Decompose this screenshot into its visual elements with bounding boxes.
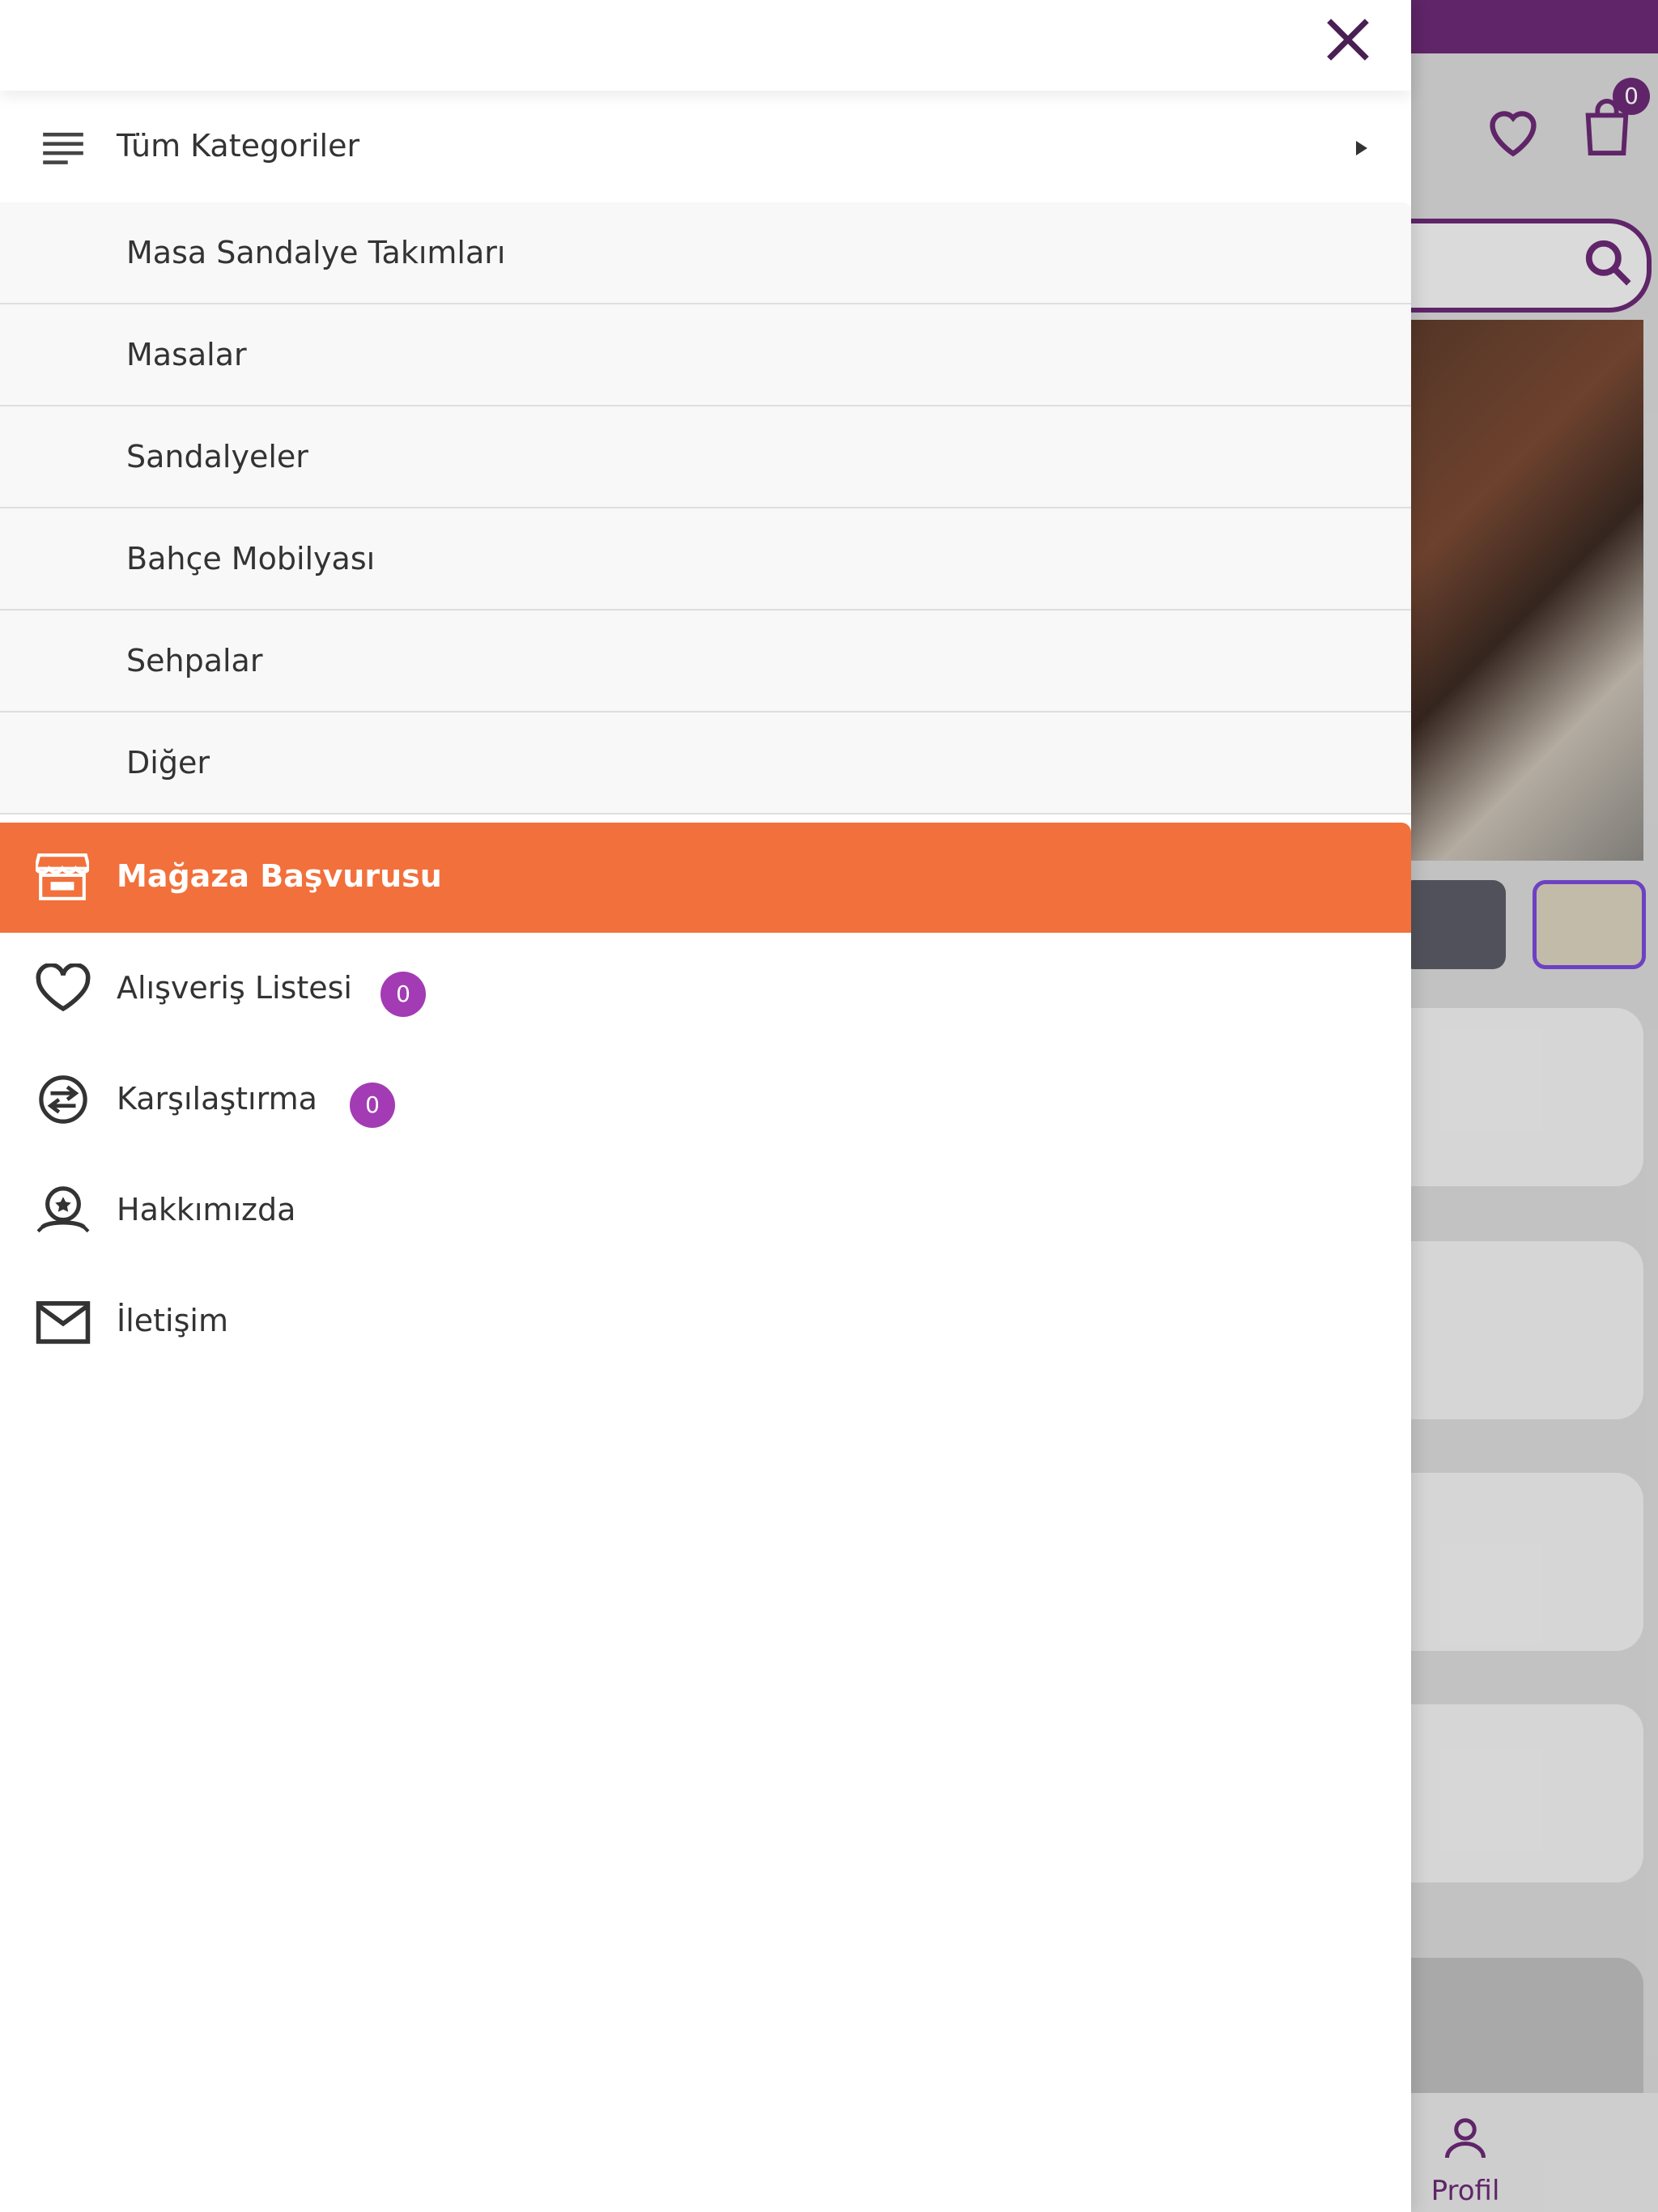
subcategory-label: Masalar bbox=[126, 337, 247, 372]
side-drawer: Tüm Kategoriler Masa Sandalye Takımları … bbox=[0, 0, 1411, 2212]
subcategory-bahce-mobilyasi[interactable]: Bahçe Mobilyası bbox=[0, 508, 1411, 610]
shopping-list-label: Alışveriş Listesi bbox=[117, 970, 352, 1006]
about-icon bbox=[36, 1186, 90, 1233]
compare-icon bbox=[39, 1075, 87, 1124]
menu-item-about[interactable]: Hakkımızda bbox=[0, 1161, 1411, 1258]
subcategory-label: Sehpalar bbox=[126, 643, 263, 678]
heart-icon bbox=[36, 963, 91, 1012]
store-icon bbox=[36, 853, 89, 900]
compare-label: Karşılaştırma bbox=[117, 1081, 317, 1117]
subcategory-label: Masa Sandalye Takımları bbox=[126, 235, 506, 270]
drawer-header bbox=[0, 0, 1411, 91]
subcategory-label: Diğer bbox=[126, 745, 210, 781]
subcategory-sandalyeler[interactable]: Sandalyeler bbox=[0, 406, 1411, 508]
all-categories-item[interactable]: Tüm Kategoriler bbox=[0, 96, 1411, 201]
shopping-list-count-badge: 0 bbox=[380, 972, 426, 1017]
subcategory-label: Bahçe Mobilyası bbox=[126, 541, 376, 576]
store-application-button[interactable]: Mağaza Başvurusu bbox=[0, 823, 1411, 933]
close-icon[interactable] bbox=[1320, 11, 1376, 68]
about-label: Hakkımızda bbox=[117, 1192, 296, 1227]
compare-count-badge: 0 bbox=[350, 1083, 395, 1128]
contact-label: İletişim bbox=[117, 1303, 228, 1338]
subcategory-diger[interactable]: Diğer bbox=[0, 713, 1411, 815]
menu-item-compare[interactable]: Karşılaştırma 0 bbox=[0, 1050, 1411, 1147]
all-categories-label: Tüm Kategoriler bbox=[117, 128, 360, 164]
subcategory-masa-sandalye-takimlari[interactable]: Masa Sandalye Takımları bbox=[0, 202, 1411, 304]
subcategory-list: Masa Sandalye Takımları Masalar Sandalye… bbox=[0, 202, 1411, 815]
store-application-label: Mağaza Başvurusu bbox=[117, 858, 442, 894]
mail-icon bbox=[36, 1301, 91, 1344]
subcategory-masalar[interactable]: Masalar bbox=[0, 304, 1411, 406]
subcategory-label: Sandalyeler bbox=[126, 439, 308, 474]
subcategory-sehpalar[interactable]: Sehpalar bbox=[0, 610, 1411, 713]
caret-right-icon bbox=[1356, 141, 1367, 155]
menu-item-contact[interactable]: İletişim bbox=[0, 1272, 1411, 1369]
menu-item-shopping-list[interactable]: Alışveriş Listesi 0 bbox=[0, 939, 1411, 1036]
lines-icon bbox=[43, 132, 83, 164]
